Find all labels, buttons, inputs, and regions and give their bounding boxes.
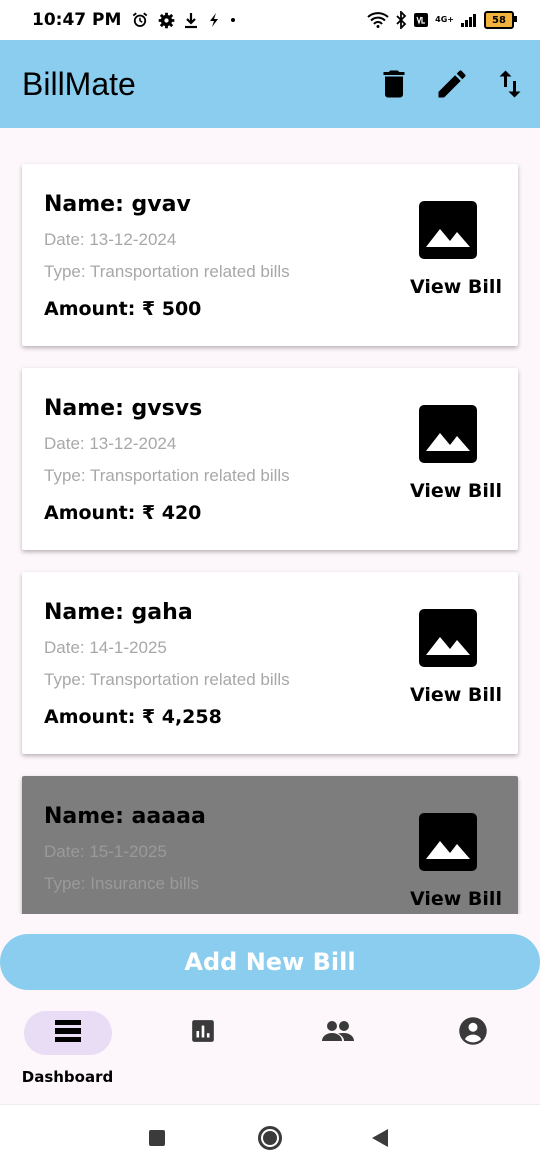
settings-icon: [159, 12, 175, 28]
bill-type: Type: Transportation related bills: [44, 466, 290, 485]
status-system-icons: 4G+ 58: [367, 0, 517, 40]
account-icon: [458, 1016, 488, 1050]
status-time: 10:47 PM: [32, 10, 122, 30]
app-title: BillMate: [22, 65, 136, 102]
bill-card[interactable]: Name: gaha Date: 14-1-2025 Type: Transpo…: [22, 572, 518, 754]
home-button-inner: [263, 1131, 277, 1145]
bill-type: Type: Transportation related bills: [44, 262, 290, 281]
bill-list[interactable]: Name: gvav Date: 13-12-2024 Type: Transp…: [0, 128, 540, 914]
dashboard-icon: [54, 1019, 82, 1047]
status-bar: 10:47 PM 4G+ 58: [0, 0, 540, 40]
signal-icon: [461, 14, 476, 27]
bill-date: Date: 13-12-2024: [44, 434, 177, 453]
view-bill-button[interactable]: View Bill: [410, 888, 502, 910]
view-bill-button[interactable]: View Bill: [410, 276, 502, 298]
back-button[interactable]: [372, 1129, 388, 1147]
bill-amount: Amount: ₹ 420: [44, 502, 202, 524]
bill-name: Name: gvsvs: [44, 396, 203, 421]
dot-icon: [231, 18, 236, 22]
app-bar-actions: [376, 40, 528, 128]
nav-item-reports[interactable]: [135, 996, 270, 1104]
bluetooth-icon: [396, 11, 407, 29]
chart-icon: [190, 1018, 216, 1048]
view-bill-button[interactable]: View Bill: [410, 684, 502, 706]
bill-date: Date: 15-1-2025: [44, 842, 167, 861]
image-icon[interactable]: [418, 200, 478, 260]
battery-level: 58: [492, 14, 506, 26]
bill-name: Name: aaaaa: [44, 804, 206, 829]
image-icon[interactable]: [418, 404, 478, 464]
volte-icon: [414, 13, 429, 27]
app-bar: BillMate: [0, 40, 540, 128]
add-new-bill-button[interactable]: Add New Bill: [0, 934, 540, 990]
bill-amount: Amount: ₹ 500: [44, 298, 202, 320]
bill-type: Type: Transportation related bills: [44, 670, 290, 689]
bill-name: Name: gvav: [44, 192, 191, 217]
bill-card[interactable]: Name: gvav Date: 13-12-2024 Type: Transp…: [22, 164, 518, 346]
recents-button[interactable]: [149, 1130, 165, 1146]
image-icon[interactable]: [418, 608, 478, 668]
system-navigation-bar: [0, 1104, 540, 1171]
nav-label-dashboard: Dashboard: [21, 1068, 114, 1086]
bill-date: Date: 13-12-2024: [44, 230, 177, 249]
nav-item-dashboard[interactable]: Dashboard: [0, 996, 135, 1104]
delete-icon[interactable]: [376, 66, 412, 102]
sort-icon[interactable]: [492, 66, 528, 102]
people-icon: [321, 1018, 355, 1048]
bill-card[interactable]: Name: aaaaa Date: 15-1-2025 Type: Insura…: [22, 776, 518, 914]
battery-icon: 58: [484, 11, 517, 29]
edit-icon[interactable]: [434, 66, 470, 102]
bill-date: Date: 14-1-2025: [44, 638, 167, 657]
download-icon: [185, 13, 198, 29]
nav-item-account[interactable]: [405, 996, 540, 1104]
view-bill-button[interactable]: View Bill: [410, 480, 502, 502]
bottom-navigation: Dashboard: [0, 996, 540, 1104]
nav-active-indicator: [24, 1011, 112, 1055]
wifi-icon: [367, 12, 389, 28]
bill-card[interactable]: Name: gvsvs Date: 13-12-2024 Type: Trans…: [22, 368, 518, 550]
bill-name: Name: gaha: [44, 600, 193, 625]
flash-icon: [210, 13, 219, 27]
alarm-icon: [133, 12, 148, 27]
image-icon[interactable]: [418, 812, 478, 872]
bill-amount: Amount: ₹ 4,258: [44, 706, 222, 728]
home-button[interactable]: [258, 1126, 282, 1150]
nav-item-people[interactable]: [270, 996, 405, 1104]
status-notification-icons: [131, 11, 236, 29]
bill-type: Type: Insurance bills: [44, 874, 199, 893]
network-type: 4G+: [435, 15, 454, 24]
